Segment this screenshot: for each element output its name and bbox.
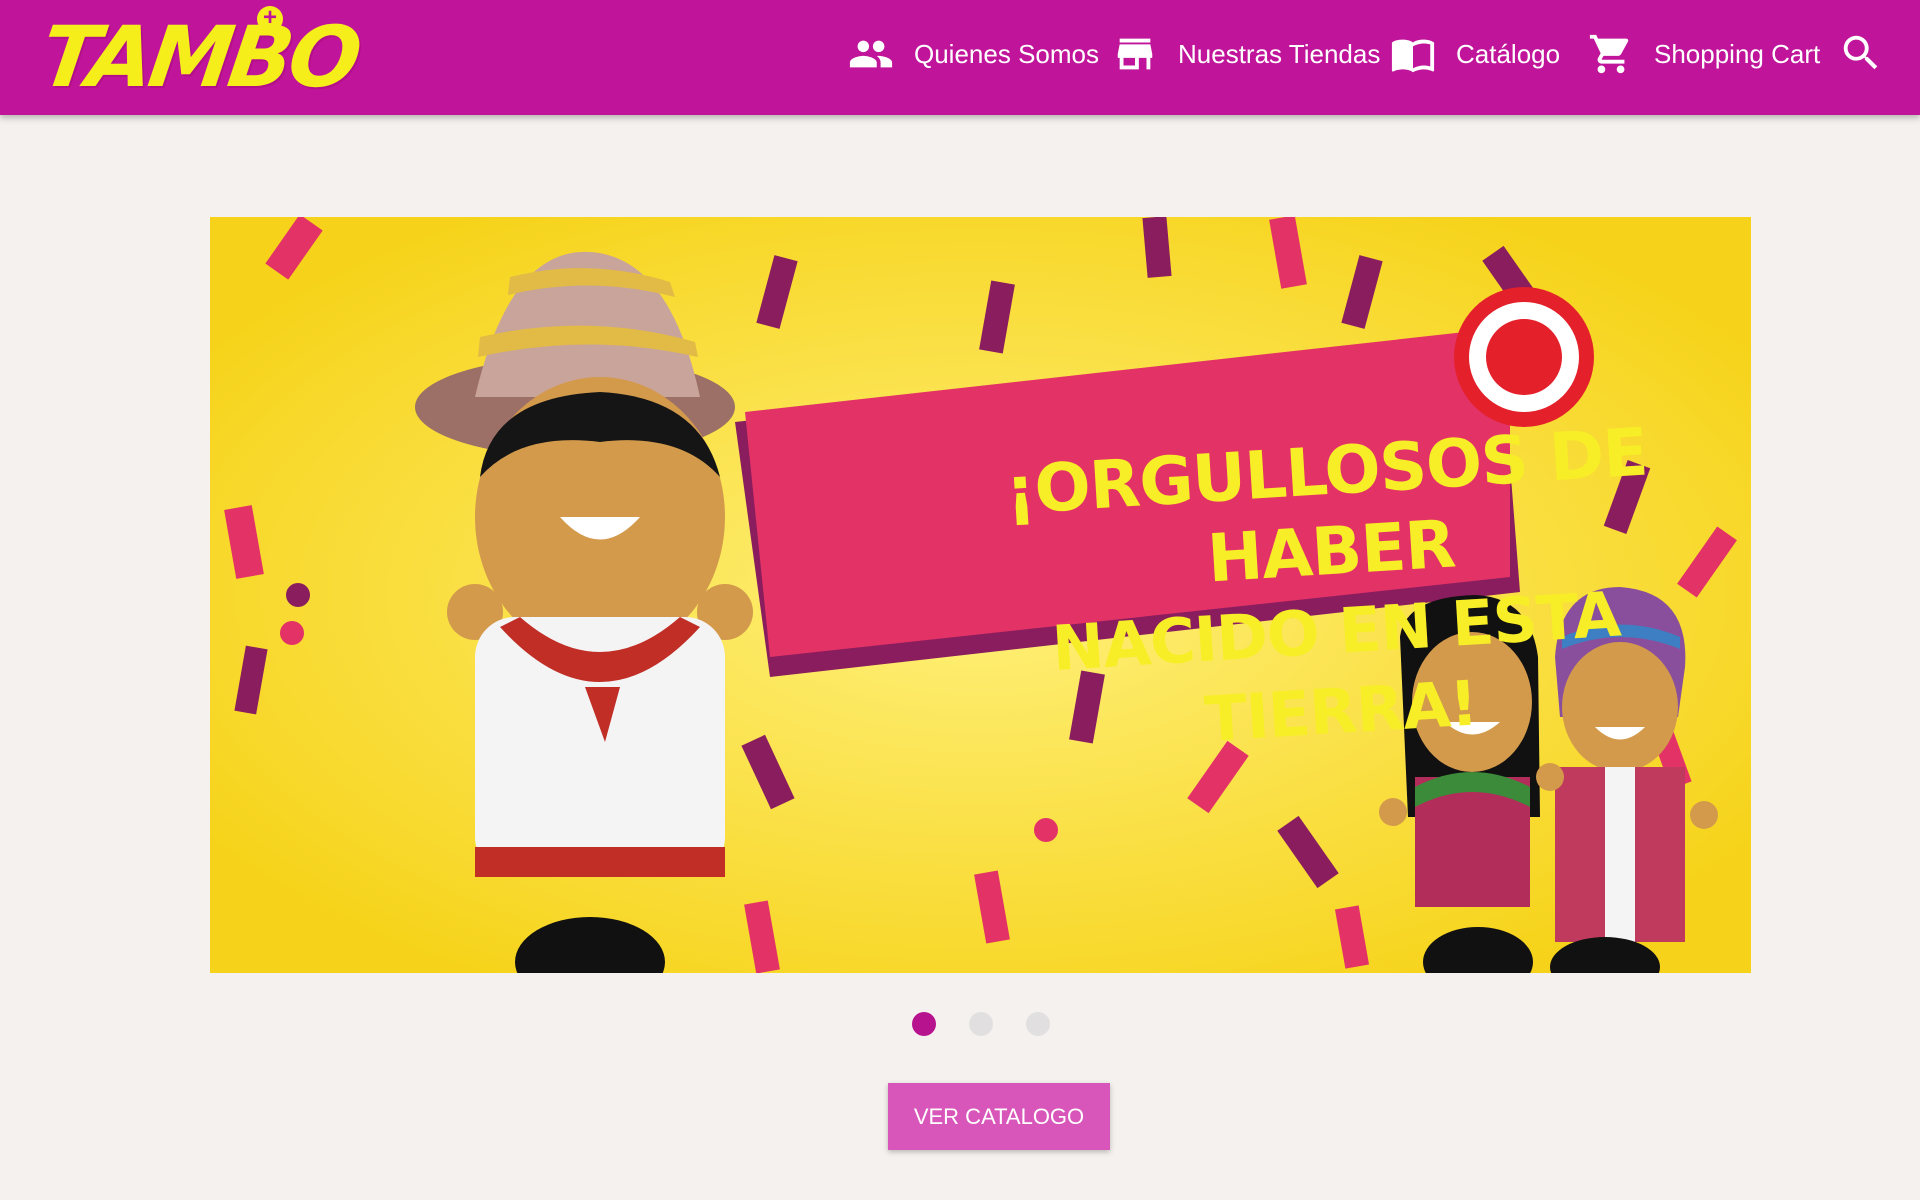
- nav-catalogo[interactable]: Catálogo: [1390, 28, 1560, 80]
- ver-catalogo-button[interactable]: VER CATALOGO: [888, 1083, 1110, 1150]
- nav-shopping-cart[interactable]: Shopping Cart: [1588, 28, 1820, 80]
- peru-roundel: [1454, 287, 1594, 427]
- logo-plus-badge: +: [257, 6, 283, 32]
- nav-quienes-somos[interactable]: Quienes Somos: [848, 28, 1099, 80]
- people-icon: [849, 40, 893, 68]
- store-icon: [1117, 38, 1153, 70]
- nav-label: Quienes Somos: [914, 38, 1099, 69]
- carousel-dot-3[interactable]: [1026, 1012, 1050, 1036]
- banner-headline: ¡ORGULLOSOS DE HABER NACIDO EN ESTA TIER…: [965, 410, 1696, 756]
- search-icon[interactable]: [1838, 30, 1884, 76]
- carousel-indicators: [912, 1012, 1052, 1036]
- book-icon: [1391, 39, 1435, 73]
- nav-nuestras-tiendas[interactable]: Nuestras Tiendas: [1112, 28, 1380, 80]
- tambo-logo[interactable]: TAMBO +: [35, 6, 364, 107]
- nav-label: Catálogo: [1456, 38, 1561, 69]
- logo-text: TAMBO: [35, 8, 364, 106]
- nav-label: Nuestras Tiendas: [1178, 38, 1381, 69]
- nav-label: Shopping Cart: [1654, 38, 1821, 69]
- carousel-dot-2[interactable]: [969, 1012, 993, 1036]
- hero-carousel[interactable]: ¡ORGULLOSOS DE HABER NACIDO EN ESTA TIER…: [210, 217, 1751, 973]
- top-navbar: TAMBO + Quienes Somos Nuestras Tiendas C…: [0, 0, 1920, 115]
- carousel-dot-1[interactable]: [912, 1012, 936, 1036]
- cart-icon: [1589, 34, 1629, 74]
